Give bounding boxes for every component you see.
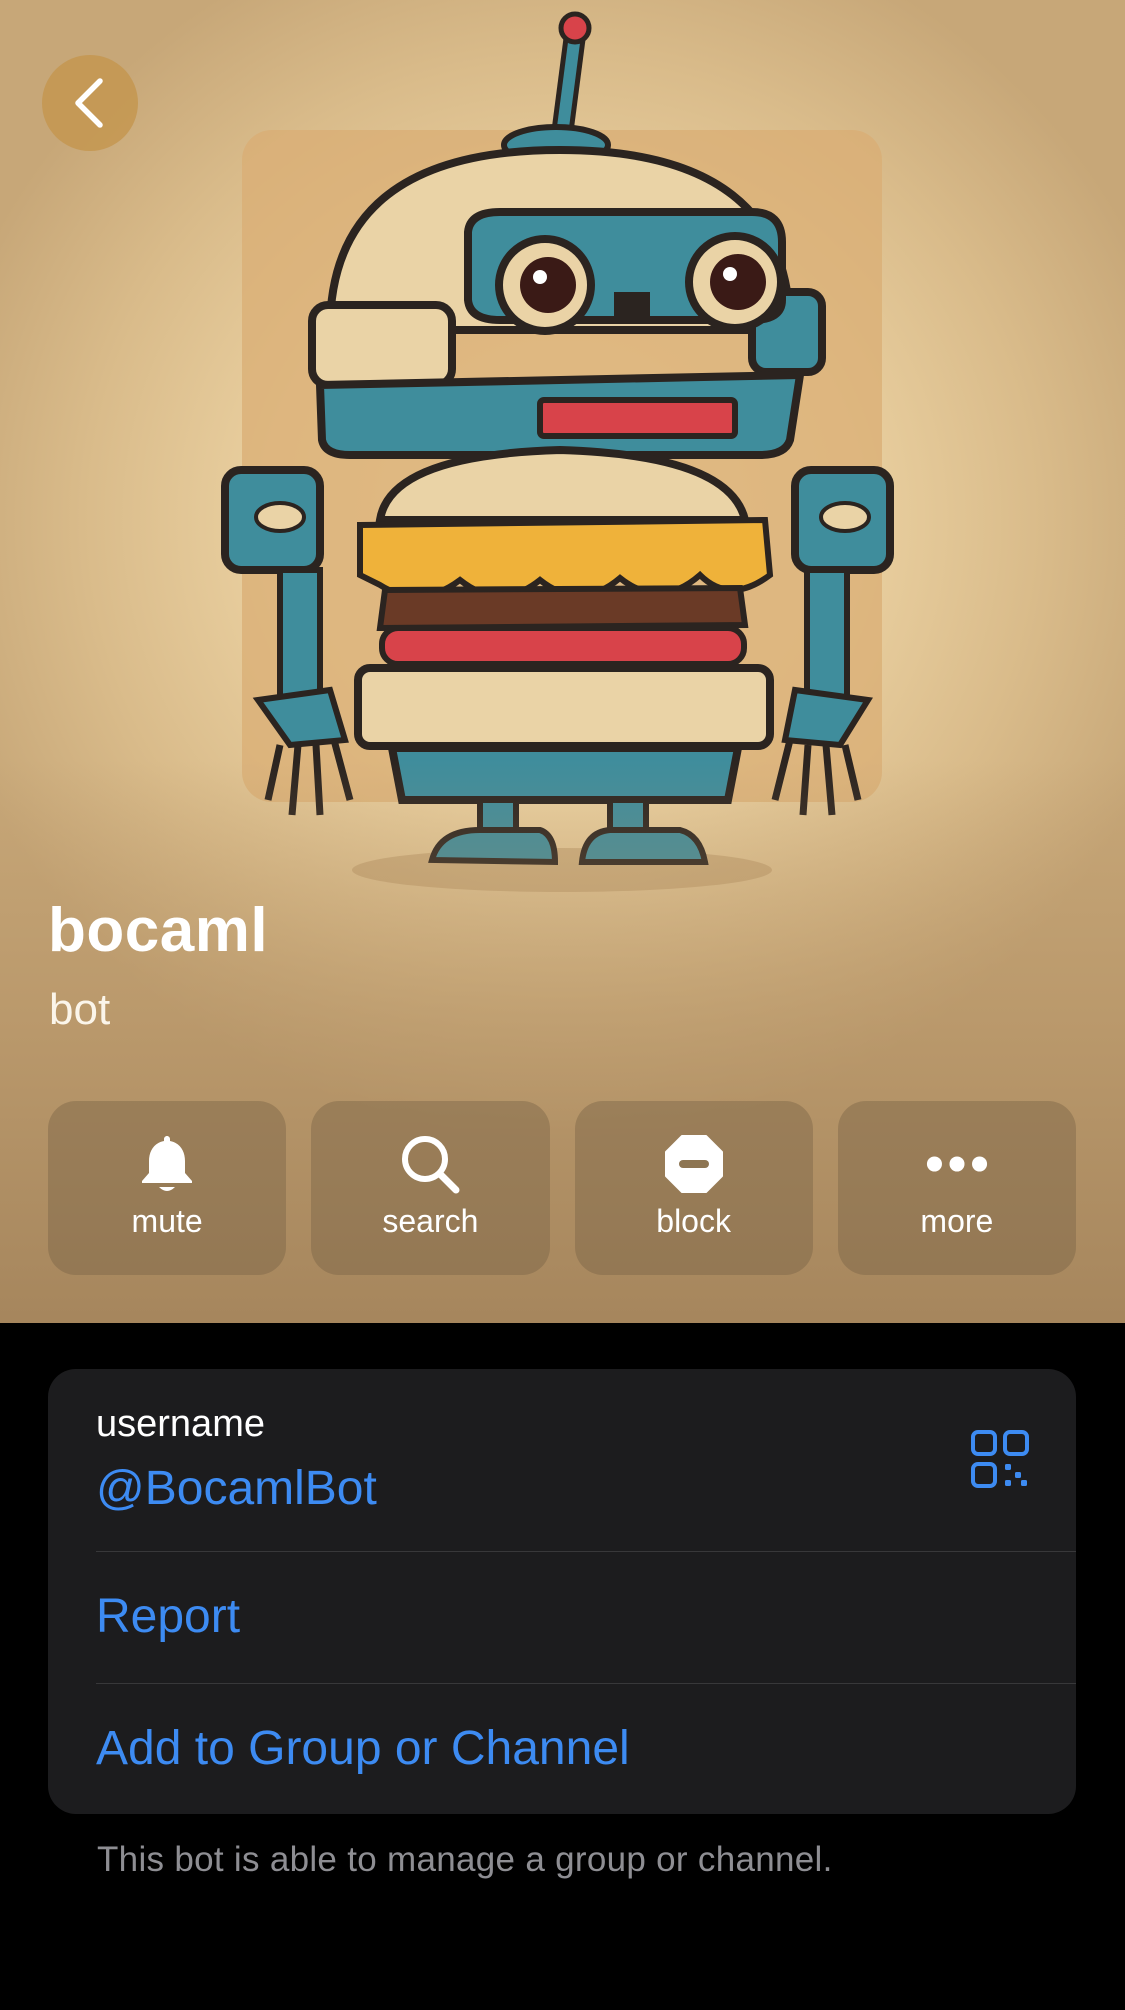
- profile-subtitle: bot: [49, 985, 111, 1034]
- qr-code-icon: [971, 1430, 1029, 1488]
- footer-note: This bot is able to manage a group or ch…: [97, 1840, 833, 1879]
- action-bar: mute search block more: [48, 1101, 1076, 1275]
- block-icon: [663, 1133, 725, 1195]
- qr-code-button[interactable]: [970, 1429, 1030, 1489]
- report-link[interactable]: Report: [96, 1593, 240, 1641]
- bell-icon: [136, 1133, 198, 1195]
- username-row[interactable]: username @BocamlBot: [48, 1369, 1076, 1551]
- profile-header: bocaml bot mute search block more: [0, 0, 1125, 1323]
- chevron-left-icon: [75, 78, 103, 128]
- mute-label: mute: [131, 1203, 203, 1239]
- search-icon: [399, 1133, 461, 1195]
- block-button[interactable]: block: [574, 1101, 813, 1275]
- more-icon: [926, 1133, 988, 1195]
- profile-name: bocaml: [48, 896, 269, 965]
- info-card: username @BocamlBot Report Add to Group …: [48, 1369, 1076, 1814]
- username-link[interactable]: @BocamlBot: [96, 1465, 377, 1513]
- add-to-group-link[interactable]: Add to Group or Channel: [96, 1725, 630, 1773]
- more-button[interactable]: more: [837, 1101, 1076, 1275]
- mute-button[interactable]: mute: [48, 1101, 287, 1275]
- search-label: search: [382, 1203, 479, 1239]
- more-label: more: [920, 1203, 994, 1239]
- back-button[interactable]: [42, 55, 138, 151]
- block-label: block: [656, 1203, 731, 1239]
- username-caption: username: [96, 1403, 265, 1445]
- add-to-group-row[interactable]: Add to Group or Channel: [48, 1683, 1076, 1814]
- report-row[interactable]: Report: [48, 1551, 1076, 1683]
- search-button[interactable]: search: [311, 1101, 550, 1275]
